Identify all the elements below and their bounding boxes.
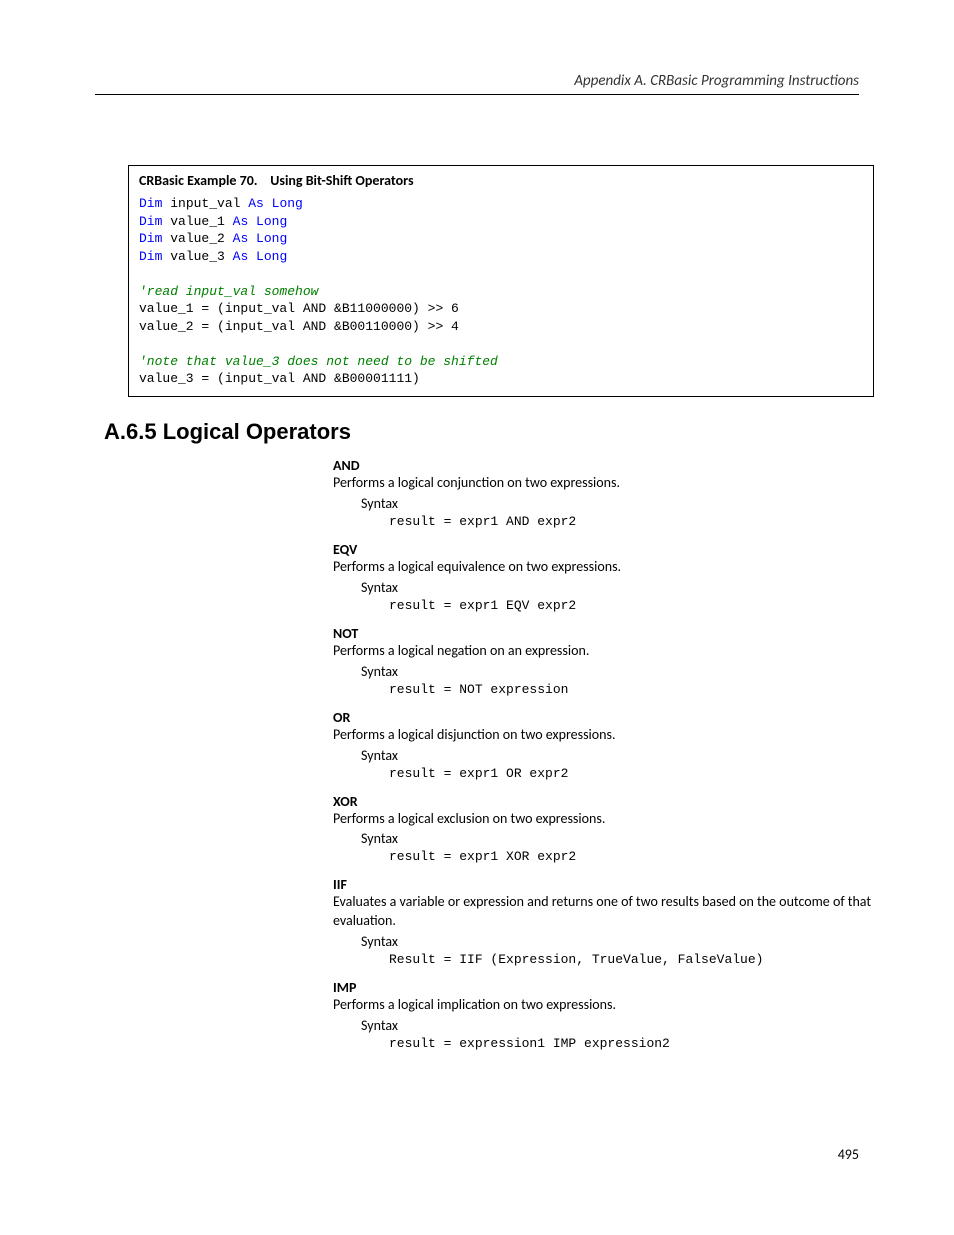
page-number: 495 [838, 1146, 859, 1163]
header-rule [95, 94, 859, 95]
operator-block: OR Performs a logical disjunction on two… [333, 709, 874, 781]
code-title-suffix: Using Bit-Shift Operators [270, 172, 413, 189]
keyword-as-long: As Long [233, 214, 288, 229]
operator-block: IMP Performs a logical implication on tw… [333, 979, 874, 1051]
operator-name: NOT [333, 625, 874, 642]
operator-description: Performs a logical exclusion on two expr… [333, 810, 874, 829]
operator-description: Performs a logical disjunction on two ex… [333, 726, 874, 745]
syntax-code: result = expression1 IMP expression2 [389, 1036, 874, 1051]
keyword-dim: Dim [139, 231, 162, 246]
operator-block: EQV Performs a logical equivalence on tw… [333, 541, 874, 613]
operator-description: Performs a logical negation on an expres… [333, 642, 874, 661]
code-line: value_3 = (input_val AND &B00001111) [139, 371, 420, 386]
operator-name: IMP [333, 979, 874, 996]
code-var: input_val [170, 196, 240, 211]
operator-name: XOR [333, 793, 874, 810]
code-example-box: CRBasic Example 70. Using Bit-Shift Oper… [128, 165, 874, 397]
code-example-title: CRBasic Example 70. Using Bit-Shift Oper… [129, 166, 873, 195]
code-example-body: Dim input_val As Long Dim value_1 As Lon… [129, 195, 873, 396]
code-var: value_1 [170, 214, 225, 229]
code-line: value_1 = (input_val AND &B11000000) >> … [139, 301, 459, 316]
syntax-code: Result = IIF (Expression, TrueValue, Fal… [389, 952, 874, 967]
code-title-prefix: CRBasic Example 70. [139, 172, 258, 189]
keyword-dim: Dim [139, 196, 162, 211]
operator-name: EQV [333, 541, 874, 558]
syntax-code: result = expr1 EQV expr2 [389, 598, 874, 613]
keyword-as-long: As Long [233, 231, 288, 246]
syntax-label: Syntax [361, 495, 874, 512]
syntax-code: result = expr1 OR expr2 [389, 766, 874, 781]
syntax-code: result = expr1 AND expr2 [389, 514, 874, 529]
syntax-code: result = NOT expression [389, 682, 874, 697]
operator-block: IIF Evaluates a variable or expression a… [333, 876, 874, 967]
operators-list: AND Performs a logical conjunction on tw… [333, 457, 874, 1051]
operator-name: OR [333, 709, 874, 726]
code-var: value_2 [170, 231, 225, 246]
operator-description: Performs a logical implication on two ex… [333, 996, 874, 1015]
syntax-label: Syntax [361, 830, 874, 847]
operator-description: Evaluates a variable or expression and r… [333, 893, 874, 931]
syntax-label: Syntax [361, 1017, 874, 1034]
operator-block: NOT Performs a logical negation on an ex… [333, 625, 874, 697]
syntax-code: result = expr1 XOR expr2 [389, 849, 874, 864]
operator-name: IIF [333, 876, 874, 893]
operator-block: AND Performs a logical conjunction on tw… [333, 457, 874, 529]
keyword-dim: Dim [139, 214, 162, 229]
operator-description: Performs a logical equivalence on two ex… [333, 558, 874, 577]
section-heading: A.6.5 Logical Operators [104, 419, 874, 445]
code-var: value_3 [170, 249, 225, 264]
code-comment: 'read input_val somehow [139, 284, 318, 299]
keyword-as-long: As Long [248, 196, 303, 211]
syntax-label: Syntax [361, 579, 874, 596]
code-comment: 'note that value_3 does not need to be s… [139, 354, 498, 369]
syntax-label: Syntax [361, 933, 874, 950]
code-line: value_2 = (input_val AND &B00110000) >> … [139, 319, 459, 334]
operator-name: AND [333, 457, 874, 474]
main-content: CRBasic Example 70. Using Bit-Shift Oper… [128, 165, 874, 1051]
syntax-label: Syntax [361, 663, 874, 680]
page-header: Appendix A. CRBasic Programming Instruct… [574, 72, 859, 90]
syntax-label: Syntax [361, 747, 874, 764]
operator-block: XOR Performs a logical exclusion on two … [333, 793, 874, 865]
keyword-as-long: As Long [233, 249, 288, 264]
keyword-dim: Dim [139, 249, 162, 264]
operator-description: Performs a logical conjunction on two ex… [333, 474, 874, 493]
